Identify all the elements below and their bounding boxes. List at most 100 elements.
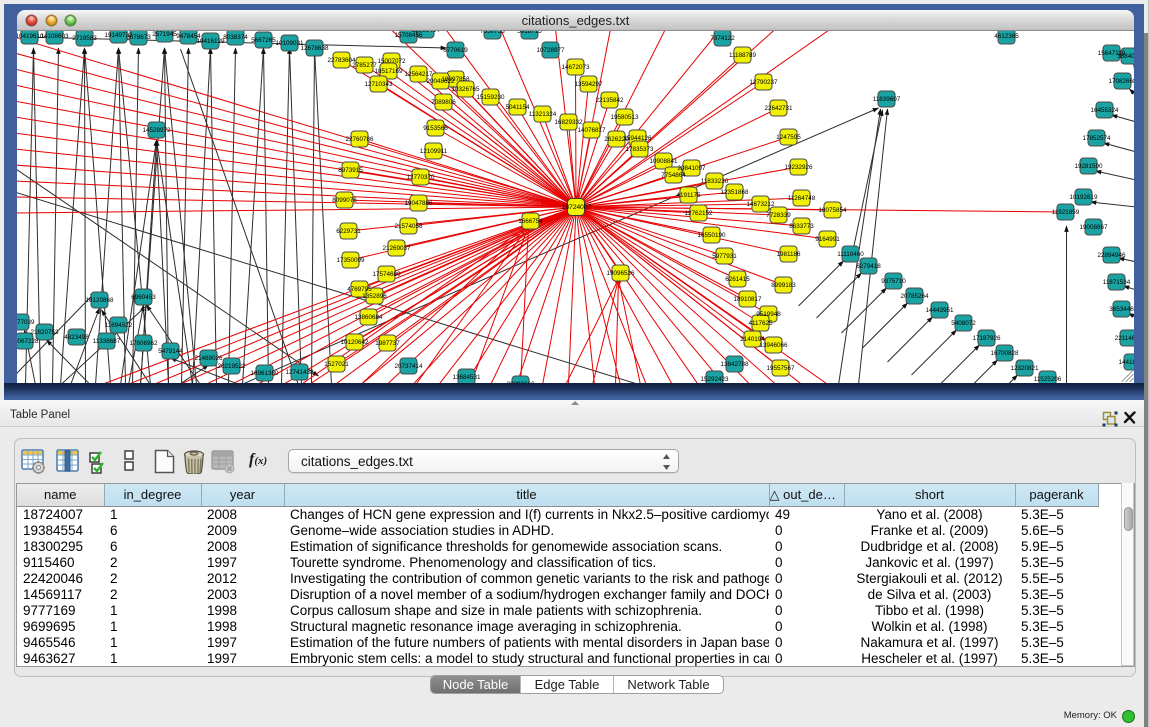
svg-text:7089806: 7089806 — [431, 99, 456, 106]
svg-text:7754864: 7754864 — [661, 172, 686, 179]
svg-text:19096526: 19096526 — [606, 270, 635, 277]
svg-text:22114694: 22114694 — [1114, 335, 1134, 342]
svg-text:10908841: 10908841 — [649, 158, 678, 165]
svg-text:15944126: 15944126 — [623, 135, 652, 142]
svg-text:18075854: 18075854 — [818, 207, 847, 214]
svg-text:12320821: 12320821 — [1010, 365, 1039, 372]
svg-text:8038374: 8038374 — [223, 34, 248, 41]
svg-text:6960453: 6960453 — [131, 294, 156, 301]
svg-text:8633773: 8633773 — [789, 223, 814, 230]
svg-text:4823498: 4823498 — [64, 334, 89, 341]
svg-text:6261415: 6261415 — [725, 276, 750, 283]
svg-text:9153566: 9153566 — [423, 125, 448, 132]
svg-text:7350753: 7350753 — [480, 31, 505, 35]
svg-text:20377039: 20377039 — [17, 319, 35, 326]
svg-text:11694522: 11694522 — [104, 322, 132, 329]
svg-text:13860684: 13860684 — [354, 314, 383, 321]
svg-text:7728339: 7728339 — [766, 212, 791, 219]
svg-text:12678638: 12678638 — [300, 45, 329, 52]
svg-text:16120868: 16120868 — [85, 297, 114, 304]
svg-text:12770370: 12770370 — [406, 174, 435, 181]
svg-text:19232926: 19232926 — [784, 164, 813, 171]
svg-text:11871534: 11871534 — [1102, 279, 1130, 286]
svg-text:21468026: 21468026 — [194, 355, 223, 362]
svg-text:8973915: 8973915 — [338, 167, 363, 174]
svg-text:5977931: 5977931 — [712, 253, 737, 260]
svg-text:4117625: 4117625 — [748, 320, 773, 327]
svg-text:19047886: 19047886 — [404, 200, 433, 207]
svg-text:3653446: 3653446 — [1109, 306, 1134, 313]
svg-text:15007072: 15007072 — [377, 58, 406, 65]
svg-text:20048622: 20048622 — [426, 78, 455, 85]
svg-text:4612365: 4612365 — [994, 33, 1019, 40]
svg-text:6279418: 6279418 — [856, 263, 881, 270]
svg-text:7374122: 7374122 — [710, 35, 735, 42]
svg-text:17835373: 17835373 — [625, 146, 654, 153]
svg-text:12741438: 12741438 — [285, 369, 314, 376]
svg-text:5041154: 5041154 — [505, 104, 530, 111]
svg-text:22135842: 22135842 — [595, 97, 624, 104]
svg-text:12762152: 12762152 — [684, 210, 713, 217]
svg-text:17574680: 17574680 — [372, 271, 401, 278]
svg-text:10728977: 10728977 — [536, 47, 565, 54]
svg-text:9519948: 9519948 — [756, 311, 781, 318]
svg-text:11188789: 11188789 — [728, 52, 756, 59]
svg-text:21269037: 21269037 — [382, 245, 411, 252]
svg-text:22760786: 22760786 — [345, 136, 374, 143]
svg-text:19557567: 19557567 — [766, 365, 795, 372]
svg-text:21574058: 21574058 — [394, 223, 423, 230]
svg-text:14528972: 14528972 — [142, 127, 171, 134]
svg-text:11338687: 11338687 — [92, 338, 120, 345]
svg-text:11839607: 11839607 — [872, 96, 900, 103]
svg-text:8099076: 8099076 — [332, 197, 357, 204]
svg-text:16700828: 16700828 — [990, 350, 1019, 357]
svg-text:14672073: 14672073 — [561, 64, 590, 71]
svg-text:3684052: 3684052 — [1117, 53, 1134, 60]
svg-text:13946066: 13946066 — [759, 342, 788, 349]
svg-text:14076817: 14076817 — [577, 127, 606, 134]
svg-text:4769795: 4769795 — [347, 286, 372, 293]
svg-text:18910817: 18910817 — [733, 296, 762, 303]
svg-text:17187926: 17187926 — [972, 335, 1001, 342]
svg-text:5918715: 5918715 — [517, 31, 542, 35]
svg-text:5479144: 5479144 — [158, 348, 183, 355]
svg-text:11833230: 11833230 — [700, 178, 728, 185]
svg-text:5667265: 5667265 — [251, 37, 276, 44]
svg-text:19580513: 19580513 — [610, 114, 639, 121]
svg-text:18724007: 18724007 — [561, 204, 591, 211]
svg-text:2719583: 2719583 — [72, 35, 97, 42]
svg-text:20785264: 20785264 — [900, 293, 929, 300]
svg-text:12351868: 12351868 — [720, 189, 749, 196]
svg-text:6770619: 6770619 — [443, 47, 468, 54]
svg-text:11264748: 11264748 — [787, 195, 815, 202]
svg-text:1981186: 1981186 — [776, 251, 801, 258]
svg-text:18961380: 18961380 — [250, 370, 279, 377]
svg-text:10192619: 10192619 — [1069, 194, 1098, 201]
svg-text:18996414: 18996414 — [411, 31, 440, 34]
svg-text:19008867: 19008867 — [1079, 224, 1108, 231]
svg-text:14418934: 14418934 — [1118, 359, 1134, 366]
svg-text:1666754: 1666754 — [518, 218, 543, 225]
svg-text:20841097: 20841097 — [677, 165, 706, 172]
svg-text:16829332: 16829332 — [554, 119, 583, 126]
svg-text:11110460: 11110460 — [837, 251, 864, 258]
svg-text:15159230: 15159230 — [476, 94, 505, 101]
svg-text:16550190: 16550190 — [697, 232, 726, 239]
svg-text:22894946: 22894946 — [1097, 252, 1126, 259]
svg-text:14108603: 14108603 — [40, 33, 69, 40]
svg-text:13842788: 13842788 — [720, 361, 749, 368]
svg-text:1352896: 1352896 — [362, 293, 387, 300]
svg-text:1527021: 1527021 — [324, 361, 349, 368]
svg-text:1987737: 1987737 — [375, 340, 400, 347]
svg-text:9164991: 9164991 — [815, 236, 840, 243]
svg-text:14443951: 14443951 — [925, 307, 954, 314]
svg-text:13594297: 13594297 — [574, 81, 603, 88]
svg-text:8078673: 8078673 — [126, 34, 151, 41]
svg-text:16455324: 16455324 — [1090, 107, 1119, 114]
svg-text:20219522: 20219522 — [217, 363, 246, 370]
svg-text:10326765: 10326765 — [451, 86, 480, 93]
svg-text:8999183: 8999183 — [771, 282, 796, 289]
svg-text:6229731: 6229731 — [336, 228, 361, 235]
svg-text:11321324: 11321324 — [528, 111, 556, 118]
svg-text:10120642: 10120642 — [340, 339, 369, 346]
